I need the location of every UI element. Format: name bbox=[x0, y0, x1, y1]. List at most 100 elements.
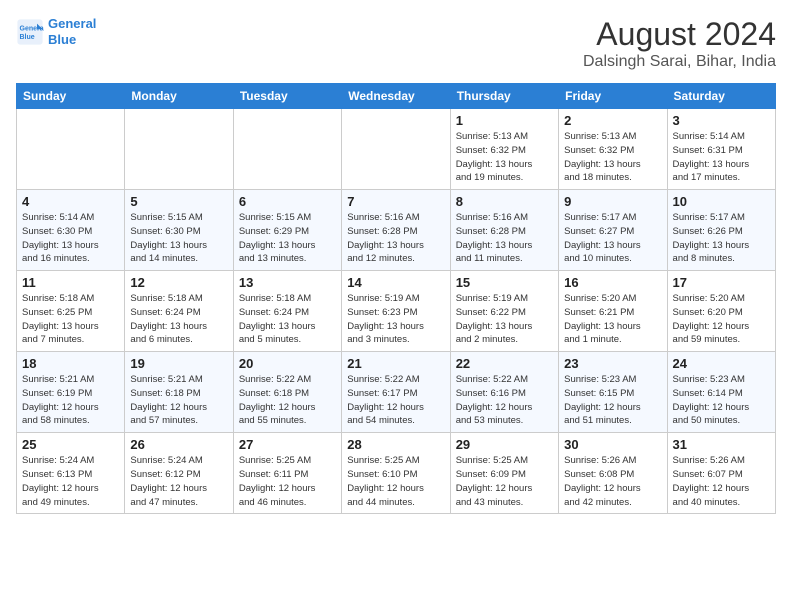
week-row-1: 1 Sunrise: 5:13 AM Sunset: 6:32 PM Daylig… bbox=[17, 109, 776, 190]
calendar-cell: 31Sunrise: 5:26 AM Sunset: 6:07 PM Dayli… bbox=[667, 433, 775, 514]
day-info: Sunrise: 5:18 AM Sunset: 6:25 PM Dayligh… bbox=[22, 292, 119, 347]
day-number: 24 bbox=[673, 356, 770, 371]
weekday-header-tuesday: Tuesday bbox=[233, 84, 341, 109]
day-info: Sunrise: 5:21 AM Sunset: 6:18 PM Dayligh… bbox=[130, 373, 227, 428]
day-number: 14 bbox=[347, 275, 444, 290]
calendar-cell: 20Sunrise: 5:22 AM Sunset: 6:18 PM Dayli… bbox=[233, 352, 341, 433]
location: Dalsingh Sarai, Bihar, India bbox=[583, 53, 776, 71]
calendar-cell: 9 Sunrise: 5:17 AM Sunset: 6:27 PM Daylig… bbox=[559, 190, 667, 271]
day-number: 27 bbox=[239, 437, 336, 452]
day-number: 17 bbox=[673, 275, 770, 290]
calendar-cell: 17 Sunrise: 5:20 AM Sunset: 6:20 PM Dayli… bbox=[667, 271, 775, 352]
day-info: Sunrise: 5:25 AM Sunset: 6:09 PM Dayligh… bbox=[456, 454, 553, 509]
day-number: 2 bbox=[564, 113, 661, 128]
day-number: 29 bbox=[456, 437, 553, 452]
calendar-cell: 19 Sunrise: 5:21 AM Sunset: 6:18 PM Dayli… bbox=[125, 352, 233, 433]
day-number: 28 bbox=[347, 437, 444, 452]
calendar-cell: 26 Sunrise: 5:24 AM Sunset: 6:12 PM Dayli… bbox=[125, 433, 233, 514]
day-info: Sunrise: 5:22 AM Sunset: 6:16 PM Dayligh… bbox=[456, 373, 553, 428]
calendar-cell: 18 Sunrise: 5:21 AM Sunset: 6:19 PM Dayli… bbox=[17, 352, 125, 433]
week-row-2: 4 Sunrise: 5:14 AM Sunset: 6:30 PM Daylig… bbox=[17, 190, 776, 271]
calendar-cell: 6 Sunrise: 5:15 AM Sunset: 6:29 PM Daylig… bbox=[233, 190, 341, 271]
logo: General Blue GeneralBlue bbox=[16, 16, 96, 47]
svg-text:Blue: Blue bbox=[20, 34, 35, 41]
calendar-cell: 2Sunrise: 5:13 AM Sunset: 6:32 PM Daylig… bbox=[559, 109, 667, 190]
weekday-header-row: SundayMondayTuesdayWednesdayThursdayFrid… bbox=[17, 84, 776, 109]
day-number: 19 bbox=[130, 356, 227, 371]
day-number: 4 bbox=[22, 194, 119, 209]
title-block: August 2024 Dalsingh Sarai, Bihar, India bbox=[583, 16, 776, 71]
day-number: 22 bbox=[456, 356, 553, 371]
calendar-cell: 13Sunrise: 5:18 AM Sunset: 6:24 PM Dayli… bbox=[233, 271, 341, 352]
day-number: 15 bbox=[456, 275, 553, 290]
day-info: Sunrise: 5:26 AM Sunset: 6:08 PM Dayligh… bbox=[564, 454, 661, 509]
calendar-cell: 14 Sunrise: 5:19 AM Sunset: 6:23 PM Dayli… bbox=[342, 271, 450, 352]
calendar-cell bbox=[125, 109, 233, 190]
day-info: Sunrise: 5:15 AM Sunset: 6:29 PM Dayligh… bbox=[239, 211, 336, 266]
day-info: Sunrise: 5:14 AM Sunset: 6:31 PM Dayligh… bbox=[673, 130, 770, 185]
day-number: 13 bbox=[239, 275, 336, 290]
calendar-cell: 11 Sunrise: 5:18 AM Sunset: 6:25 PM Dayli… bbox=[17, 271, 125, 352]
page-header: General Blue GeneralBlue August 2024 Dal… bbox=[16, 16, 776, 71]
day-number: 11 bbox=[22, 275, 119, 290]
day-info: Sunrise: 5:15 AM Sunset: 6:30 PM Dayligh… bbox=[130, 211, 227, 266]
day-info: Sunrise: 5:17 AM Sunset: 6:26 PM Dayligh… bbox=[673, 211, 770, 266]
calendar-cell: 8 Sunrise: 5:16 AM Sunset: 6:28 PM Daylig… bbox=[450, 190, 558, 271]
day-info: Sunrise: 5:14 AM Sunset: 6:30 PM Dayligh… bbox=[22, 211, 119, 266]
day-info: Sunrise: 5:17 AM Sunset: 6:27 PM Dayligh… bbox=[564, 211, 661, 266]
weekday-header-saturday: Saturday bbox=[667, 84, 775, 109]
day-number: 8 bbox=[456, 194, 553, 209]
day-info: Sunrise: 5:16 AM Sunset: 6:28 PM Dayligh… bbox=[347, 211, 444, 266]
calendar-cell: 23Sunrise: 5:23 AM Sunset: 6:15 PM Dayli… bbox=[559, 352, 667, 433]
day-info: Sunrise: 5:25 AM Sunset: 6:11 PM Dayligh… bbox=[239, 454, 336, 509]
logo-text: GeneralBlue bbox=[48, 16, 96, 47]
day-info: Sunrise: 5:19 AM Sunset: 6:23 PM Dayligh… bbox=[347, 292, 444, 347]
calendar-cell: 5 Sunrise: 5:15 AM Sunset: 6:30 PM Daylig… bbox=[125, 190, 233, 271]
calendar-cell: 24 Sunrise: 5:23 AM Sunset: 6:14 PM Dayli… bbox=[667, 352, 775, 433]
weekday-header-sunday: Sunday bbox=[17, 84, 125, 109]
day-number: 6 bbox=[239, 194, 336, 209]
day-number: 20 bbox=[239, 356, 336, 371]
day-info: Sunrise: 5:23 AM Sunset: 6:14 PM Dayligh… bbox=[673, 373, 770, 428]
day-number: 16 bbox=[564, 275, 661, 290]
day-info: Sunrise: 5:21 AM Sunset: 6:19 PM Dayligh… bbox=[22, 373, 119, 428]
day-info: Sunrise: 5:16 AM Sunset: 6:28 PM Dayligh… bbox=[456, 211, 553, 266]
weekday-header-thursday: Thursday bbox=[450, 84, 558, 109]
calendar-cell: 3Sunrise: 5:14 AM Sunset: 6:31 PM Daylig… bbox=[667, 109, 775, 190]
calendar-cell: 30 Sunrise: 5:26 AM Sunset: 6:08 PM Dayli… bbox=[559, 433, 667, 514]
calendar-cell bbox=[17, 109, 125, 190]
day-number: 18 bbox=[22, 356, 119, 371]
calendar-cell bbox=[342, 109, 450, 190]
day-number: 30 bbox=[564, 437, 661, 452]
day-info: Sunrise: 5:20 AM Sunset: 6:21 PM Dayligh… bbox=[564, 292, 661, 347]
calendar-cell: 16 Sunrise: 5:20 AM Sunset: 6:21 PM Dayli… bbox=[559, 271, 667, 352]
day-number: 12 bbox=[130, 275, 227, 290]
day-number: 5 bbox=[130, 194, 227, 209]
week-row-5: 25 Sunrise: 5:24 AM Sunset: 6:13 PM Dayli… bbox=[17, 433, 776, 514]
calendar-cell: 7Sunrise: 5:16 AM Sunset: 6:28 PM Daylig… bbox=[342, 190, 450, 271]
day-info: Sunrise: 5:25 AM Sunset: 6:10 PM Dayligh… bbox=[347, 454, 444, 509]
day-number: 26 bbox=[130, 437, 227, 452]
day-number: 25 bbox=[22, 437, 119, 452]
week-row-4: 18 Sunrise: 5:21 AM Sunset: 6:19 PM Dayli… bbox=[17, 352, 776, 433]
weekday-header-friday: Friday bbox=[559, 84, 667, 109]
day-number: 21 bbox=[347, 356, 444, 371]
day-info: Sunrise: 5:24 AM Sunset: 6:12 PM Dayligh… bbox=[130, 454, 227, 509]
day-number: 10 bbox=[673, 194, 770, 209]
calendar-cell: 10 Sunrise: 5:17 AM Sunset: 6:26 PM Dayli… bbox=[667, 190, 775, 271]
weekday-header-monday: Monday bbox=[125, 84, 233, 109]
day-info: Sunrise: 5:18 AM Sunset: 6:24 PM Dayligh… bbox=[130, 292, 227, 347]
calendar-cell: 1 Sunrise: 5:13 AM Sunset: 6:32 PM Daylig… bbox=[450, 109, 558, 190]
day-info: Sunrise: 5:26 AM Sunset: 6:07 PM Dayligh… bbox=[673, 454, 770, 509]
calendar-table: SundayMondayTuesdayWednesdayThursdayFrid… bbox=[16, 83, 776, 514]
day-info: Sunrise: 5:23 AM Sunset: 6:15 PM Dayligh… bbox=[564, 373, 661, 428]
calendar-cell: 21Sunrise: 5:22 AM Sunset: 6:17 PM Dayli… bbox=[342, 352, 450, 433]
calendar-cell bbox=[233, 109, 341, 190]
day-info: Sunrise: 5:24 AM Sunset: 6:13 PM Dayligh… bbox=[22, 454, 119, 509]
day-number: 9 bbox=[564, 194, 661, 209]
day-info: Sunrise: 5:13 AM Sunset: 6:32 PM Dayligh… bbox=[456, 130, 553, 185]
day-info: Sunrise: 5:20 AM Sunset: 6:20 PM Dayligh… bbox=[673, 292, 770, 347]
day-number: 1 bbox=[456, 113, 553, 128]
day-info: Sunrise: 5:19 AM Sunset: 6:22 PM Dayligh… bbox=[456, 292, 553, 347]
logo-icon: General Blue bbox=[16, 18, 44, 46]
